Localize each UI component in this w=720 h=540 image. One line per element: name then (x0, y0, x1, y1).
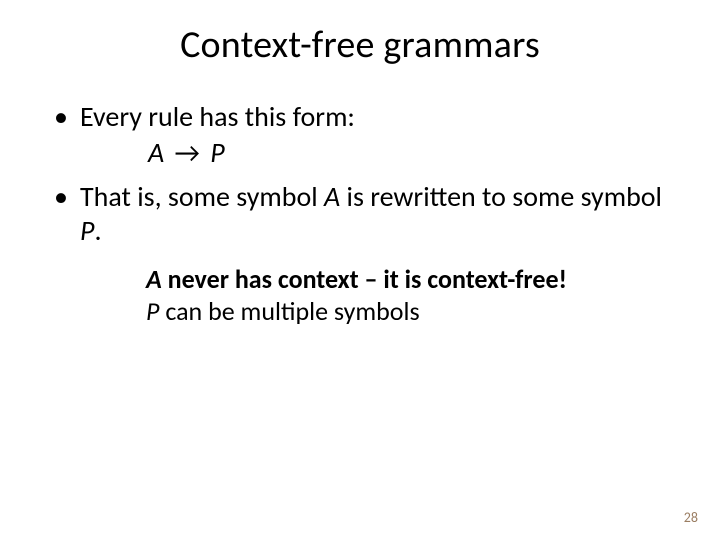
sub-line-1-rest: never has context – it is context-free! (162, 263, 567, 295)
sub-block: A never has context – it is context-free… (50, 263, 670, 328)
page-number: 28 (684, 509, 698, 526)
bullet-2-mid: is rewritten to some symbol (340, 179, 662, 214)
slide: Context-free grammars Every rule has thi… (0, 0, 720, 540)
bullet-2-pre: That is, some symbol (80, 179, 324, 214)
bullet-1-text: Every rule has this form: (80, 99, 355, 134)
bullet-list: Every rule has this form: A → P That is,… (50, 100, 670, 249)
sub-line-2: P can be multiple symbols (146, 295, 670, 328)
bullet-2-A: A (324, 179, 340, 214)
sub-line-1: A never has context – it is context-free… (146, 263, 670, 296)
sub-line-2-rest: can be multiple symbols (159, 295, 419, 327)
slide-body: Every rule has this form: A → P That is,… (0, 68, 720, 328)
sub-line-1-A: A (146, 263, 162, 295)
bullet-2-post: . (94, 213, 101, 248)
bullet-2: That is, some symbol A is rewritten to s… (50, 180, 670, 248)
rule-lhs: A (148, 135, 164, 170)
bullet-1: Every rule has this form: A → P (50, 100, 670, 170)
arrow-icon: → (171, 135, 204, 170)
slide-title: Context-free grammars (0, 0, 720, 68)
sub-line-2-P: P (146, 295, 159, 327)
bullet-2-P: P (80, 213, 94, 248)
rule-formula: A → P (80, 136, 670, 170)
rule-rhs: P (210, 135, 224, 170)
